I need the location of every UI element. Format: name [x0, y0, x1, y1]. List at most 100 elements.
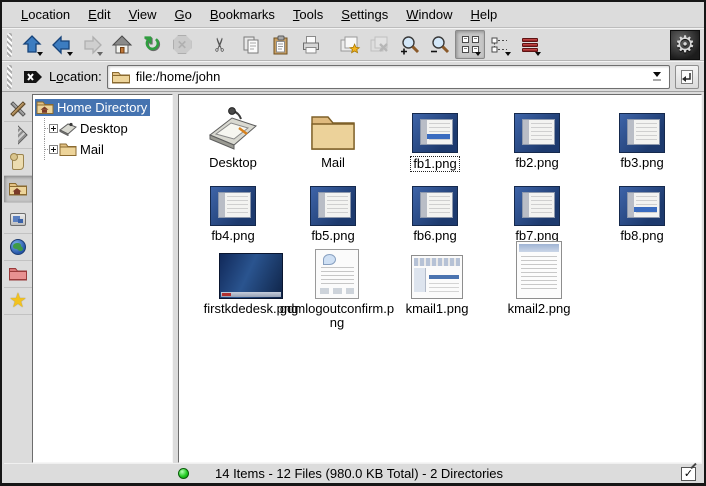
stop-button[interactable]: ✕: [167, 30, 197, 59]
file-item-fb1[interactable]: fb1.png: [385, 103, 485, 172]
gear-icon: ⚙: [675, 33, 696, 56]
thumbnail-dialog-white-icon: [315, 249, 359, 299]
statusbar-check-icon[interactable]: ✓: [681, 467, 696, 481]
content-area: ★ Home Directory: [4, 94, 702, 463]
location-label: Location:: [49, 69, 102, 84]
reload-button[interactable]: ↻: [137, 30, 167, 59]
new-window-icon: [339, 34, 361, 56]
file-item-kmail2[interactable]: kmail2.png: [489, 241, 589, 316]
file-item-fb5[interactable]: fb5.png: [283, 176, 383, 243]
file-label: fb8.png: [620, 229, 663, 243]
sidebar-tab-history[interactable]: [4, 149, 32, 176]
file-item-kmail1[interactable]: kmail1.png: [387, 241, 487, 316]
location-dropdown-button[interactable]: [649, 72, 666, 81]
file-label: gdmlogoutconfirm.png: [279, 302, 395, 330]
file-item-fb7[interactable]: fb7.png: [487, 176, 587, 243]
detailed-list-view-button[interactable]: [515, 30, 545, 59]
file-item-fb2[interactable]: fb2.png: [487, 103, 587, 170]
status-text: 14 Items - 12 Files (980.0 KB Total) - 2…: [215, 466, 503, 481]
up-button[interactable]: [17, 30, 47, 59]
home-button[interactable]: [107, 30, 137, 59]
tree-item-label: Desktop: [80, 121, 128, 136]
zoom-in-button[interactable]: [395, 30, 425, 59]
file-label: Mail: [321, 156, 345, 170]
cut-button[interactable]: ✂: [206, 30, 236, 59]
combo-arrow-icon: [653, 72, 661, 77]
back-button[interactable]: [47, 30, 77, 59]
tree-view-dropdown-caret: [505, 52, 511, 56]
file-label: fb1.png: [410, 156, 459, 172]
file-item-fb6[interactable]: fb6.png: [385, 176, 485, 243]
menu-tools[interactable]: Tools: [284, 4, 332, 25]
file-label: kmail2.png: [508, 302, 571, 316]
file-icon-view: Desktop Mail fb1.png fb2.png: [178, 94, 702, 463]
sidebar-tab-devices[interactable]: [4, 207, 32, 234]
locbar-drag-handle[interactable]: [7, 65, 12, 89]
go-button[interactable]: [675, 65, 699, 89]
sidebar-tab-network[interactable]: [4, 234, 32, 261]
paste-button[interactable]: [266, 30, 296, 59]
detailed-list-view-icon: [522, 37, 538, 53]
expand-plus-icon[interactable]: [49, 124, 58, 133]
reload-icon: ↻: [143, 34, 161, 55]
zoom-in-icon: [399, 34, 421, 56]
menu-edit[interactable]: Edit: [79, 4, 119, 25]
thumbnail-dialog-icon: [619, 113, 665, 153]
file-item-fb8[interactable]: fb8.png: [592, 176, 692, 243]
desktop-icon: [59, 121, 77, 136]
folder-icon: [59, 142, 77, 157]
icon-view-button[interactable]: [455, 30, 485, 59]
tree-item-home-directory[interactable]: Home Directory: [35, 97, 172, 118]
menu-window[interactable]: Window: [397, 4, 461, 25]
copy-icon: [240, 34, 262, 56]
location-value[interactable]: file:/home/john: [136, 69, 221, 84]
star-icon: ★: [9, 291, 27, 311]
file-item-fb3[interactable]: fb3.png: [592, 103, 692, 170]
file-item-mail[interactable]: Mail: [283, 103, 383, 170]
print-button[interactable]: [296, 30, 326, 59]
thumbnail-dialog-logo-icon: [619, 186, 665, 226]
close-window-button[interactable]: [365, 30, 395, 59]
copy-button[interactable]: [236, 30, 266, 59]
toolbar-drag-handle[interactable]: [7, 33, 12, 57]
close-window-icon: [369, 34, 391, 56]
new-window-button[interactable]: [335, 30, 365, 59]
menu-location[interactable]: Location: [12, 4, 79, 25]
status-led-icon: [178, 468, 189, 479]
file-item-desktop[interactable]: Desktop: [183, 103, 283, 170]
menu-view[interactable]: View: [120, 4, 166, 25]
enter-arrow-icon: [678, 68, 696, 86]
sidebar-tab-bookmarks[interactable]: ★: [4, 288, 32, 315]
sidebar-tab-home-directory[interactable]: [4, 176, 32, 203]
tree-item-mail[interactable]: Mail: [35, 139, 172, 160]
location-combobox[interactable]: file:/home/john: [107, 65, 670, 89]
menu-bookmarks[interactable]: Bookmarks: [201, 4, 284, 25]
expand-plus-icon[interactable]: [49, 145, 58, 154]
zoom-out-button[interactable]: [425, 30, 455, 59]
folder-tree-panel: Home Directory Desktop: [32, 94, 173, 463]
combo-arrow-bar: [653, 79, 661, 81]
file-item-gdmlogoutconfirm[interactable]: gdmlogoutconfirm.png: [279, 241, 395, 330]
tree-view-button[interactable]: [485, 30, 515, 59]
paste-clipboard-icon: [270, 34, 292, 56]
location-toolbar: Location: file:/home/john: [2, 61, 704, 92]
forward-dropdown-caret: [97, 52, 103, 56]
file-item-fb4[interactable]: fb4.png: [183, 176, 283, 243]
clear-location-icon: [22, 67, 44, 87]
tools-icon: [8, 98, 28, 118]
folder-icon: [111, 69, 131, 85]
tree-item-label: Mail: [80, 142, 104, 157]
thumbnail-dialog-icon: [210, 186, 256, 226]
file-label: fb2.png: [515, 156, 558, 170]
sidebar-tab-bookmark-pen[interactable]: [4, 122, 32, 149]
forward-button[interactable]: [77, 30, 107, 59]
sidebar-tab-services-tools[interactable]: [4, 95, 32, 122]
desktop-folder-icon: [206, 105, 260, 153]
menu-go[interactable]: Go: [166, 4, 201, 25]
sidebar-tab-root-folder[interactable]: [4, 261, 32, 288]
menu-help[interactable]: Help: [462, 4, 507, 25]
clear-location-button[interactable]: [22, 67, 44, 87]
file-label: kmail1.png: [406, 302, 469, 316]
tree-item-desktop[interactable]: Desktop: [35, 118, 172, 139]
menu-settings[interactable]: Settings: [332, 4, 397, 25]
